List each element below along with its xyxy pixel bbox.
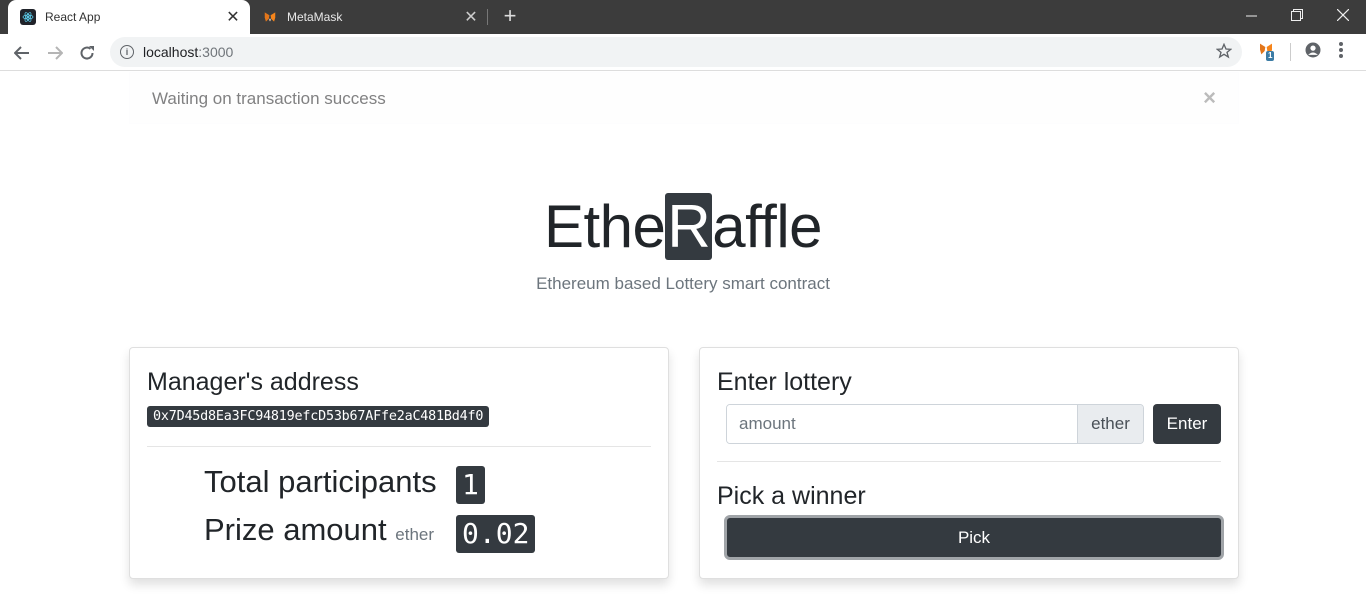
lottery-card: Enter lottery ether Enter Pick a winner … bbox=[699, 347, 1239, 579]
back-arrow-icon[interactable] bbox=[9, 40, 35, 66]
tab-metamask[interactable]: MetaMask ✕ bbox=[250, 0, 488, 34]
window-close-icon[interactable] bbox=[1320, 0, 1366, 30]
enter-lottery-heading: Enter lottery bbox=[717, 368, 852, 396]
amount-input-group: ether bbox=[726, 404, 1144, 444]
bookmark-star-icon[interactable] bbox=[1215, 42, 1233, 64]
manager-address-heading: Manager's address bbox=[147, 368, 359, 396]
metamask-extension-icon[interactable]: 1 bbox=[1258, 41, 1275, 62]
app-tagline: Ethereum based Lottery smart contract bbox=[536, 274, 830, 293]
prize-unit: ether bbox=[395, 525, 435, 544]
browser-tab-strip: React App ✕ MetaMask ✕ + bbox=[0, 0, 1366, 34]
pick-button[interactable]: Pick bbox=[724, 515, 1224, 560]
tab-title: React App bbox=[45, 10, 101, 24]
extension-badge: 1 bbox=[1266, 51, 1275, 61]
alert-message: Waiting on transaction success bbox=[152, 89, 386, 108]
participants-label: Total participants bbox=[204, 464, 437, 499]
alert-close-icon[interactable]: × bbox=[1203, 85, 1216, 111]
react-logo-icon bbox=[20, 9, 36, 25]
minimize-icon[interactable] bbox=[1228, 0, 1274, 30]
manager-card: Manager's address 0x7D45d8Ea3FC94819efcD… bbox=[129, 347, 669, 579]
menu-kebab-icon[interactable] bbox=[1338, 41, 1344, 64]
brand-highlight: R bbox=[665, 193, 713, 260]
site-info-icon[interactable]: i bbox=[120, 45, 134, 59]
url-port: :3000 bbox=[198, 44, 234, 60]
close-tab-icon[interactable]: ✕ bbox=[222, 7, 244, 27]
address-bar[interactable]: i localhost:3000 bbox=[110, 37, 1242, 67]
url-host: localhost bbox=[143, 44, 199, 60]
prize-label: Prize amount bbox=[204, 512, 387, 547]
enter-button[interactable]: Enter bbox=[1153, 404, 1221, 444]
brand-prefix: Ethe bbox=[543, 193, 666, 260]
metamask-fox-icon bbox=[262, 9, 278, 25]
tab-react-app[interactable]: React App ✕ bbox=[8, 0, 250, 34]
amount-unit: ether bbox=[1077, 405, 1143, 443]
participants-count: 1 bbox=[456, 466, 485, 504]
forward-arrow-icon[interactable] bbox=[42, 40, 68, 66]
reload-icon[interactable] bbox=[74, 40, 100, 66]
app-logo-title: EtheRaffle bbox=[0, 192, 1366, 262]
pick-winner-heading: Pick a winner bbox=[717, 482, 866, 510]
browser-toolbar: i localhost:3000 1 bbox=[0, 34, 1366, 71]
divider bbox=[147, 446, 651, 447]
manager-address-value: 0x7D45d8Ea3FC94819efcD53b67AFfe2aC481Bd4… bbox=[147, 406, 490, 427]
prize-amount: 0.02 bbox=[456, 515, 536, 553]
close-tab-icon[interactable]: ✕ bbox=[460, 7, 482, 27]
prize-label-row: Prize amount ether bbox=[204, 512, 434, 548]
new-tab-button[interactable]: + bbox=[498, 5, 522, 29]
divider bbox=[717, 461, 1221, 462]
profile-avatar-icon[interactable] bbox=[1304, 41, 1322, 64]
brand-suffix: affle bbox=[712, 193, 823, 260]
status-alert: Waiting on transaction success × bbox=[129, 72, 1239, 124]
amount-input[interactable] bbox=[727, 405, 1077, 443]
toolbar-divider bbox=[1290, 43, 1291, 61]
tab-title: MetaMask bbox=[287, 10, 343, 24]
restore-icon[interactable] bbox=[1274, 0, 1320, 30]
